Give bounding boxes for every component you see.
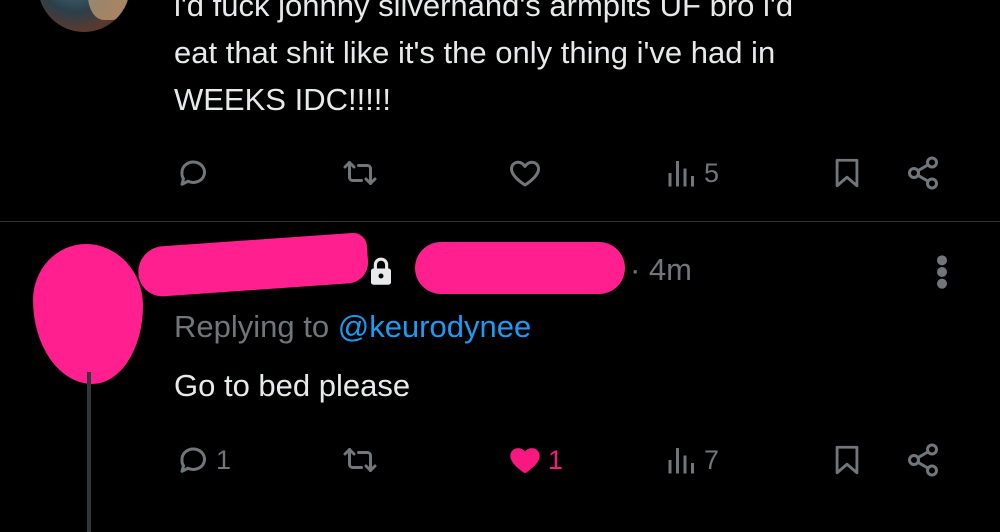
views-button[interactable]: 7 — [664, 440, 719, 480]
retweet-icon — [343, 448, 377, 472]
avatar-redacted[interactable] — [33, 244, 143, 384]
handle-redacted[interactable] — [415, 242, 625, 294]
bookmark-icon — [835, 445, 859, 475]
reply-text: Go to bed please — [174, 368, 411, 403]
replying-handle-link[interactable]: @keurodynee — [338, 309, 531, 344]
like-icon — [510, 160, 540, 187]
reply-icon — [180, 160, 206, 186]
tweet-top[interactable]: i'd fuck johnny silverhand's armpits UF … — [0, 0, 1000, 222]
views-button[interactable]: 5 — [664, 153, 719, 193]
like-icon-filled — [510, 448, 540, 474]
share-icon — [908, 443, 938, 477]
tweet-text-line-2: eat that shit like it's the only thing i… — [174, 35, 776, 70]
retweet-button[interactable] — [340, 440, 384, 480]
like-button-active[interactable]: 1 — [506, 440, 563, 480]
views-count: 5 — [704, 157, 720, 188]
lock-icon — [371, 257, 391, 285]
bookmark-icon — [835, 158, 859, 188]
more-icon[interactable] — [934, 252, 950, 292]
reply-count: 1 — [216, 444, 232, 475]
tweet-text-line-1: i'd fuck johnny silverhand's armpits UF … — [174, 0, 794, 23]
avatar[interactable] — [38, 0, 130, 32]
reply-button[interactable]: 1 — [176, 440, 231, 480]
share-icon — [908, 156, 938, 190]
replying-to: Replying to @keurodynee — [174, 307, 531, 347]
display-name-redacted[interactable] — [136, 232, 370, 298]
reply-button[interactable] — [176, 153, 216, 193]
timestamp[interactable]: · 4m — [630, 250, 692, 290]
views-count: 7 — [704, 444, 720, 475]
views-icon — [668, 161, 694, 187]
bookmark-button[interactable] — [830, 440, 864, 480]
reply-action-bar: 1 1 7 — [0, 440, 1000, 480]
retweet-button[interactable] — [340, 153, 384, 193]
reply-icon — [180, 447, 206, 473]
reply-tweet[interactable]: · 4m Replying to @keurodynee Go to bed p… — [0, 222, 1000, 532]
tweet-text: i'd fuck johnny silverhand's armpits UF … — [174, 0, 974, 123]
like-count: 1 — [548, 444, 564, 475]
bookmark-button[interactable] — [830, 153, 864, 193]
share-button[interactable] — [904, 440, 942, 480]
retweet-icon — [343, 161, 377, 185]
replying-prefix: Replying to — [174, 309, 338, 344]
avatar-detail — [88, 0, 128, 20]
share-button[interactable] — [904, 153, 942, 193]
tweet-text-line-3: WEEKS IDC!!!!! — [174, 82, 392, 117]
like-button[interactable] — [506, 153, 548, 193]
action-bar: 5 — [0, 153, 1000, 193]
views-icon — [668, 448, 694, 474]
